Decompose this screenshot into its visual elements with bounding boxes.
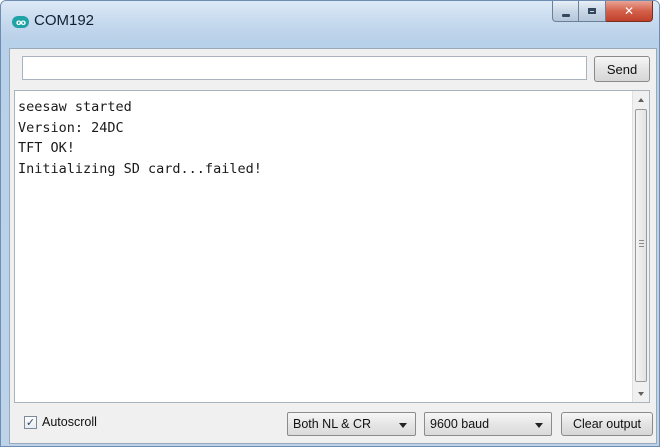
arrow-down-icon (638, 391, 644, 396)
dropdown-arrow-icon (399, 423, 407, 428)
minimize-button[interactable] (552, 1, 579, 22)
output-line: Initializing SD card...failed! (18, 160, 262, 177)
client-area: Send seesaw started Version: 24DC TFT OK… (9, 48, 657, 444)
title-bar[interactable]: oo COM192 ✕ (1, 1, 659, 41)
output-line: TFT OK! (18, 140, 75, 156)
vertical-scrollbar[interactable] (632, 91, 649, 402)
arduino-icon: oo (12, 16, 29, 28)
clear-output-button[interactable]: Clear output (561, 412, 653, 436)
dropdown-arrow-icon (535, 423, 543, 428)
send-input[interactable] (22, 56, 587, 80)
window-title: COM192 (34, 12, 95, 29)
scroll-up-button[interactable] (633, 91, 649, 108)
baud-rate-select[interactable]: 9600 baud (424, 412, 552, 436)
arrow-up-icon (638, 97, 644, 102)
close-icon: ✕ (623, 4, 635, 18)
autoscroll-label: Autoscroll (42, 415, 97, 429)
output-line: Version: 24DC (18, 119, 124, 136)
serial-output-panel[interactable]: seesaw started Version: 24DC TFT OK! Ini… (14, 90, 650, 403)
autoscroll-checkbox[interactable]: ✓ (24, 415, 37, 429)
send-button[interactable]: Send (594, 56, 650, 82)
checkmark-icon: ✓ (25, 415, 36, 429)
bottom-toolbar: ✓ Autoscroll Both NL & CR 9600 baud Clea… (10, 407, 656, 441)
line-ending-value: Both NL & CR (293, 417, 372, 431)
maximize-button[interactable] (579, 1, 606, 22)
close-button[interactable]: ✕ (606, 1, 653, 22)
autoscroll-toggle[interactable]: ✓ Autoscroll (24, 415, 97, 429)
baud-rate-value: 9600 baud (430, 417, 490, 431)
scroll-down-button[interactable] (633, 385, 649, 402)
maximize-icon (588, 8, 596, 14)
output-line: seesaw started (18, 99, 132, 115)
window-controls: ✕ (552, 1, 653, 23)
grip-icon (639, 240, 644, 247)
line-ending-select[interactable]: Both NL & CR (287, 412, 416, 436)
serial-monitor-window: oo COM192 ✕ Send seesaw started Version:… (0, 0, 660, 447)
serial-output: seesaw started Version: 24DC TFT OK! Ini… (15, 91, 632, 402)
scroll-thumb[interactable] (635, 109, 647, 382)
minimize-icon (561, 13, 570, 17)
